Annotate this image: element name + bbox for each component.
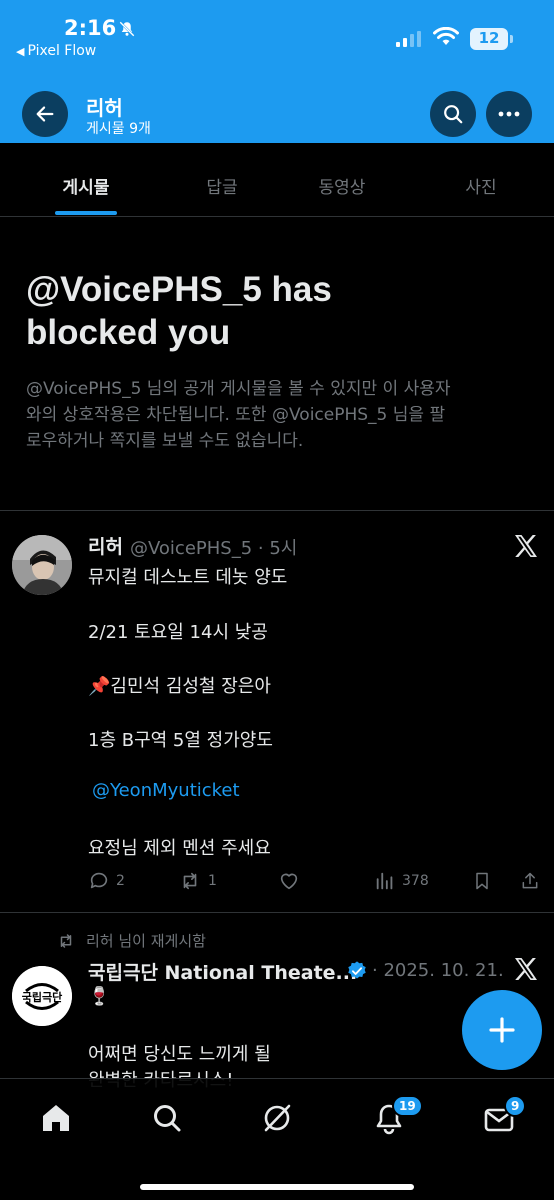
retweeted-by-label: 리허 님이 재게시함 [86, 932, 206, 950]
search-button[interactable] [430, 91, 476, 137]
blocked-body-line3: 로우하거나 쪽지를 보낼 수도 없습니다. [26, 431, 304, 451]
bookmark-icon [476, 872, 488, 890]
tweet-date[interactable]: · 2025. 10. 21. [372, 960, 504, 981]
plus-icon [489, 1017, 515, 1043]
bottom-navigation: 19 9 [0, 1078, 554, 1200]
repost-count: 1 [208, 873, 217, 889]
share-icon [522, 872, 538, 889]
active-tab-indicator [55, 211, 117, 215]
messages-badge: 9 [504, 1095, 527, 1117]
battery-level: 12 [478, 29, 500, 47]
tweet-text-line: 🍷 [88, 986, 111, 1007]
search-icon [444, 105, 463, 124]
reply-button[interactable]: 2 [88, 870, 125, 892]
notifications-badge: 19 [392, 1095, 423, 1117]
tweet-handle-time[interactable]: @VoicePHS_5 · 5시 [130, 534, 297, 560]
share-button[interactable] [520, 870, 540, 892]
home-icon[interactable] [40, 1103, 72, 1133]
views-chart-icon [376, 872, 393, 890]
view-count: 378 [402, 873, 429, 889]
silent-bell-icon [119, 21, 135, 37]
tab-videos[interactable]: 동영상 [305, 173, 379, 198]
avatar[interactable] [12, 535, 72, 595]
national-theater-logo: 국립극단 [12, 966, 72, 1026]
divider [0, 510, 554, 511]
tweet-text-line: 2/21 토요일 14시 낮공 [88, 622, 268, 643]
tweet-text-line: 📌김민석 김성철 장은아 [88, 676, 271, 697]
verified-badge-icon [348, 961, 366, 979]
blocked-title: @VoicePHS_5 has blocked you [26, 268, 526, 354]
repost-icon [183, 872, 197, 890]
grok-icon[interactable] [262, 1103, 292, 1133]
tweet-text-line: 뮤지컬 데스노트 데놋 양도 [88, 567, 288, 588]
status-time: 2:16 [64, 16, 117, 40]
blocked-body-line2: 와의 상호작용은 차단됩니다. 또한 @VoicePHS_5 님을 팔 [26, 405, 446, 425]
post-count: 게시물 9개 [86, 121, 151, 137]
home-indicator [140, 1184, 414, 1190]
cellular-signal-icon [396, 31, 421, 47]
tweet-text-line: 1층 B구역 5열 정가양도 [88, 730, 273, 751]
back-app-label: Pixel Flow [27, 43, 97, 59]
blocked-title-line1: @VoicePHS_5 has [26, 270, 332, 309]
avatar-photo [12, 535, 72, 595]
back-to-app-link[interactable]: ◀ Pixel Flow [16, 43, 96, 59]
heart-icon [280, 873, 298, 890]
blocked-description: @VoicePHS_5 님의 공개 게시물을 볼 수 있지만 이 사용자 와의 … [26, 376, 531, 454]
tab-replies[interactable]: 답글 [190, 173, 254, 198]
repost-button[interactable]: 1 [178, 870, 217, 892]
profile-name: 리허 [86, 96, 123, 120]
search-icon[interactable] [152, 1103, 182, 1133]
more-options-button[interactable] [486, 91, 532, 137]
avatar[interactable]: 국립극단 [12, 966, 72, 1026]
wifi-icon [433, 27, 459, 45]
like-button[interactable] [278, 870, 300, 892]
views-button[interactable]: 378 [374, 870, 429, 892]
tweet-actions: 2 1 378 [88, 870, 548, 894]
reply-count: 2 [116, 873, 125, 889]
arrow-left-icon [36, 106, 54, 122]
tweet-author-name[interactable]: 리허 [88, 532, 123, 559]
tweet-text-line: 어쩌면 당신도 느끼게 될 [88, 1044, 271, 1065]
tweet-author-name[interactable]: 국립극단 National Theate... [88, 958, 357, 985]
retweet-context[interactable]: 리허 님이 재게시함 [56, 930, 206, 951]
profile-tabs: 게시물 답글 동영상 사진 [0, 143, 554, 217]
svg-text:국립극단: 국립극단 [22, 990, 62, 1004]
reply-icon [90, 872, 108, 889]
tab-photos[interactable]: 사진 [450, 173, 512, 198]
divider [0, 912, 554, 913]
profile-header: 2:16 ◀ Pixel Flow 12 리허 게시물 9개 [0, 0, 554, 143]
tweet-text-line: 요정님 제외 멘션 주세요 [88, 838, 271, 859]
compose-post-button[interactable] [462, 990, 542, 1070]
tab-posts[interactable]: 게시물 [55, 173, 117, 198]
bookmark-button[interactable] [472, 870, 492, 892]
mention-link[interactable]: @YeonMyuticket [92, 780, 240, 801]
repost-icon [60, 933, 72, 948]
x-logo-icon[interactable] [514, 535, 538, 557]
back-button[interactable] [22, 91, 68, 137]
blocked-body-line1: @VoicePHS_5 님의 공개 게시물을 볼 수 있지만 이 사용자 [26, 379, 451, 399]
battery-cap [510, 35, 513, 43]
x-logo-icon[interactable] [514, 958, 538, 980]
battery-indicator: 12 [470, 28, 508, 50]
blocked-title-line2: blocked you [26, 313, 231, 352]
status-bar: 2:16 ◀ Pixel Flow 12 [0, 0, 554, 70]
more-dots-icon [498, 111, 520, 117]
